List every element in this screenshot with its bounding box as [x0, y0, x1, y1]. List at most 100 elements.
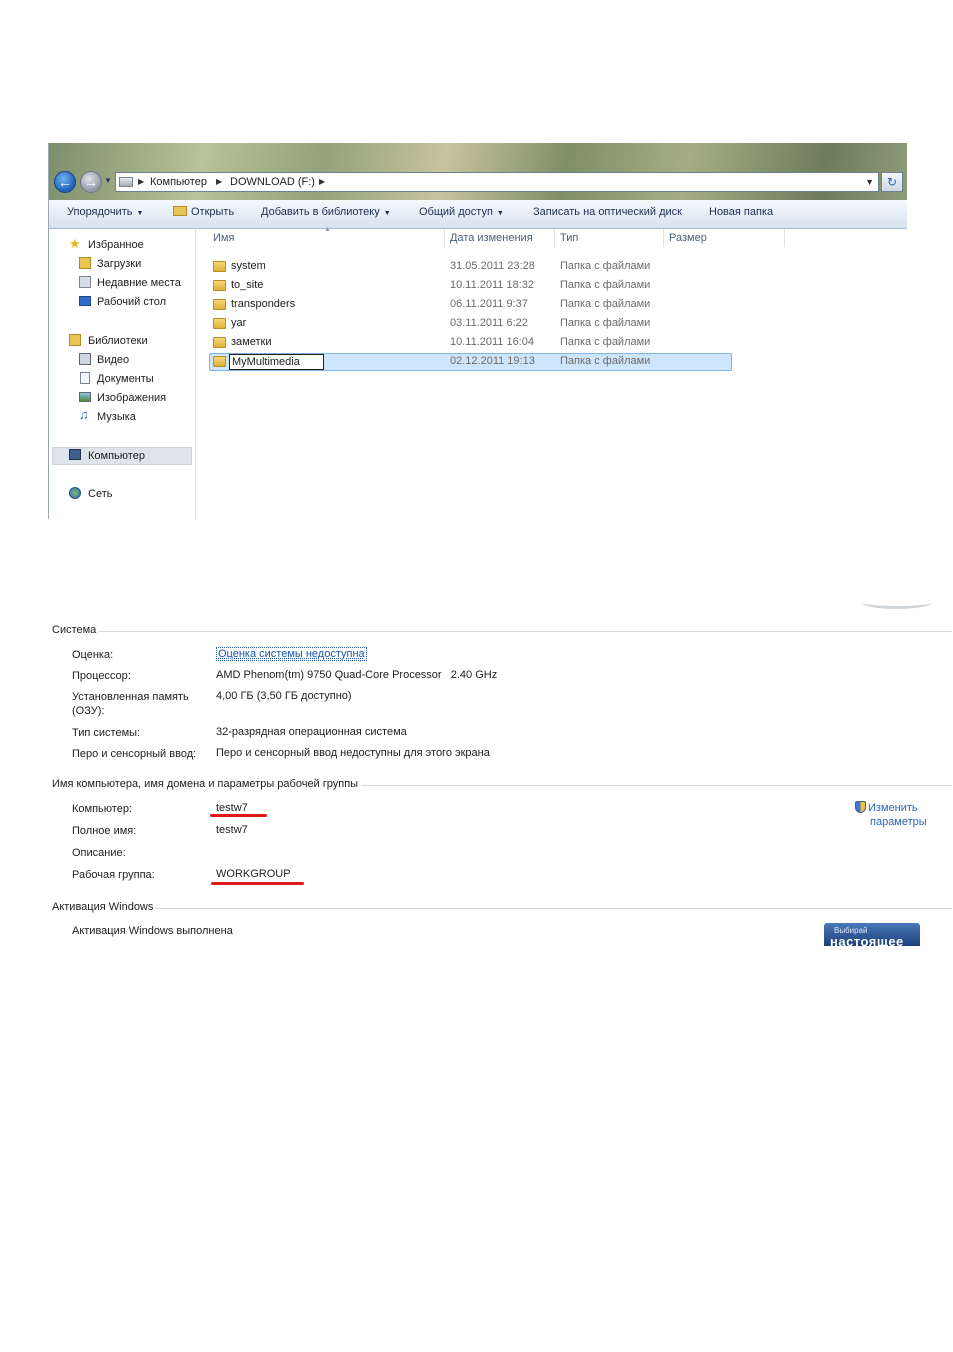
file-date: 31.05.2011 23:28 [450, 260, 535, 272]
ram-value: 4,00 ГБ (3,50 ГБ доступно) [216, 690, 352, 702]
file-date: 10.11.2011 18:32 [450, 279, 535, 291]
nav-computer-label: Компьютер [88, 450, 145, 462]
breadcrumb-separator-icon[interactable]: ▶ [216, 173, 222, 191]
add-to-library-button[interactable]: Добавить в библиотеку ▼ [261, 206, 391, 218]
chevron-down-icon: ▼ [496, 210, 504, 217]
change-settings-label-cont: параметры [870, 816, 927, 828]
address-bar[interactable]: ▶ Компьютер ▶ DOWNLOAD (F:) ▶ ▼ [115, 172, 879, 192]
section-title-activation: Активация Windows [52, 901, 157, 913]
table-row[interactable]: заметки 10.11.2011 16:04 Папка с файлами [209, 334, 732, 352]
breadcrumb-drive[interactable]: DOWNLOAD (F:) [230, 173, 315, 191]
music-note-icon: ♫ [79, 407, 89, 422]
command-bar: Упорядочить ▼ Открыть Добавить в библиоте… [49, 200, 907, 229]
rating-link[interactable]: Оценка системы недоступна [216, 647, 367, 661]
explorer-titlebar: ← → ▼ ▶ Компьютер ▶ DOWNLOAD (F:) ▶ ▼ ↻ [49, 143, 907, 200]
breadcrumb-separator-icon[interactable]: ▶ [138, 173, 144, 191]
folder-icon [213, 299, 226, 310]
change-settings-link[interactable]: Изменить параметры [855, 801, 927, 829]
file-date: 02.12.2011 19:13 [450, 355, 535, 367]
column-separator[interactable] [444, 229, 445, 247]
address-history-dropdown-icon[interactable]: ▼ [865, 173, 874, 191]
table-row[interactable]: to_site 10.11.2011 18:32 Папка с файлами [209, 277, 732, 295]
pen-touch-label: Перо и сенсорный ввод: [72, 748, 197, 760]
arrow-right-icon: → [84, 174, 98, 190]
table-row[interactable]: transponders 06.11.2011 9:37 Папка с фай… [209, 296, 732, 314]
organize-button[interactable]: Упорядочить ▼ [67, 206, 143, 218]
file-name: заметки [231, 336, 272, 348]
refresh-button[interactable]: ↻ [881, 172, 903, 192]
open-folder-icon [173, 206, 187, 216]
pictures-icon [79, 392, 91, 402]
table-row[interactable]: yar 03.11.2011 6:22 Папка с файлами [209, 315, 732, 333]
column-header-name[interactable]: Имя [213, 232, 234, 244]
folder-icon [213, 356, 226, 367]
file-type: Папка с файлами [560, 298, 651, 310]
folder-icon [213, 318, 226, 329]
genuine-badge-big-text: настоящее [830, 934, 904, 946]
column-header-date[interactable]: Дата изменения [450, 232, 533, 244]
chevron-down-icon: ▼ [136, 210, 144, 217]
folder-icon [213, 261, 226, 272]
drive-icon [119, 177, 133, 187]
breadcrumb-computer[interactable]: Компьютер [150, 173, 207, 191]
star-icon: ★ [69, 236, 81, 251]
nav-item-label: Недавние места [97, 277, 181, 289]
file-type: Папка с файлами [560, 317, 651, 329]
recent-pages-dropdown-icon[interactable]: ▼ [104, 176, 112, 185]
forward-button[interactable]: → [80, 171, 102, 193]
nav-item-label: Документы [97, 373, 154, 385]
nav-libraries-label: Библиотеки [88, 335, 148, 347]
organize-label: Упорядочить [67, 206, 133, 218]
open-button[interactable]: Открыть [173, 206, 234, 218]
folder-icon [213, 337, 226, 348]
video-icon [79, 353, 91, 365]
system-type-label: Тип системы: [72, 727, 141, 739]
genuine-windows-badge[interactable]: Выбирай настоящее [824, 923, 920, 946]
arrow-left-icon: ← [58, 174, 72, 190]
column-separator[interactable] [554, 229, 555, 247]
refresh-icon: ↻ [886, 175, 898, 189]
nav-network-label: Сеть [88, 488, 113, 500]
libraries-icon [69, 334, 81, 346]
rename-input[interactable]: MyMultimedia [229, 354, 324, 370]
back-button[interactable]: ← [54, 171, 76, 193]
documents-icon [80, 372, 90, 384]
new-folder-button[interactable]: Новая папка [709, 206, 773, 218]
nav-favorites-label: Избранное [88, 239, 144, 251]
section-title-computer-name: Имя компьютера, имя домена и параметры р… [52, 778, 362, 790]
file-date: 06.11.2011 9:37 [450, 298, 528, 310]
full-name-label: Полное имя: [72, 825, 137, 837]
downloads-icon [79, 257, 91, 269]
column-header-size[interactable]: Размер [669, 232, 707, 244]
uac-shield-icon [855, 801, 866, 813]
change-settings-label: Изменить [868, 802, 918, 814]
desktop-icon [79, 296, 91, 306]
description-label: Описание: [72, 847, 126, 859]
pen-touch-value: Перо и сенсорный ввод недоступны для это… [216, 747, 490, 759]
breadcrumb-separator-icon[interactable]: ▶ [319, 173, 325, 191]
nav-item-label: Загрузки [97, 258, 142, 270]
file-name: transponders [231, 298, 296, 310]
computer-icon [69, 449, 81, 460]
column-header-type[interactable]: Тип [560, 232, 578, 244]
section-title-system: Система [52, 624, 100, 636]
share-button[interactable]: Общий доступ ▼ [419, 206, 504, 218]
section-divider [52, 908, 952, 909]
cpu-label: Процессор: [72, 670, 131, 682]
file-name: yar [231, 317, 247, 329]
nav-item-label: Видео [97, 354, 130, 366]
nav-item-label: Музыка [97, 411, 136, 423]
table-row[interactable]: system 31.05.2011 23:28 Папка с файлами [209, 258, 732, 276]
cpu-value: AMD Phenom(tm) 9750 Quad-Core Processor … [216, 669, 498, 681]
column-separator[interactable] [663, 229, 664, 247]
system-type-value: 32-разрядная операционная система [216, 726, 407, 738]
activation-status: Активация Windows выполнена [72, 925, 233, 937]
column-separator[interactable] [784, 229, 785, 247]
chevron-down-icon: ▼ [383, 210, 391, 217]
network-icon [69, 487, 81, 499]
rating-label: Оценка: [72, 649, 114, 661]
burn-button[interactable]: Записать на оптический диск [533, 206, 682, 218]
folder-icon [213, 280, 226, 291]
table-row-selected[interactable]: MyMultimedia 02.12.2011 19:13 Папка с фа… [209, 353, 732, 371]
file-date: 03.11.2011 6:22 [450, 317, 528, 329]
